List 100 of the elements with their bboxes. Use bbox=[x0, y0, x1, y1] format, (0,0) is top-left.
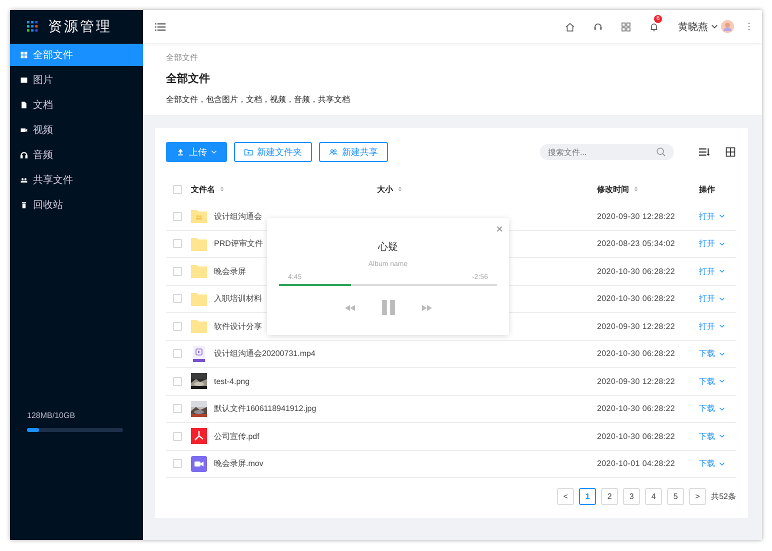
modified-time: 2020-10-30 06:28:22 bbox=[597, 432, 676, 441]
file-name[interactable]: 设计组沟通会 bbox=[214, 210, 262, 222]
page-title: 全部文件 bbox=[166, 72, 210, 86]
file-name[interactable]: test-4.png bbox=[214, 376, 250, 386]
video-icon bbox=[20, 126, 28, 134]
column-header: 操作 bbox=[699, 184, 715, 194]
document-icon bbox=[20, 101, 28, 109]
prev-page-button[interactable]: < bbox=[557, 488, 574, 505]
row-checkbox[interactable] bbox=[173, 212, 182, 221]
pause-icon[interactable] bbox=[382, 300, 394, 315]
folder-icon bbox=[191, 236, 207, 252]
modified-time: 2020-08-23 05:34:02 bbox=[597, 239, 676, 248]
caret-icon bbox=[719, 269, 725, 274]
page-button[interactable]: 4 bbox=[645, 488, 662, 505]
modified-time: 2020-09-30 12:28:22 bbox=[597, 212, 676, 221]
modified-time: 2020-10-01 04:28:22 bbox=[597, 459, 676, 468]
caret-icon bbox=[719, 242, 725, 246]
modified-time: 2020-10-30 06:28:22 bbox=[597, 349, 676, 358]
file-name[interactable]: 晚会录屏 bbox=[214, 266, 246, 277]
sort-icon[interactable] bbox=[634, 186, 638, 192]
caret-icon[interactable] bbox=[711, 24, 718, 29]
video-file-icon bbox=[191, 346, 207, 362]
sidebar-item[interactable]: 回收站 bbox=[10, 194, 143, 216]
caret-icon bbox=[211, 150, 217, 154]
sidebar-item[interactable]: 共享文件 bbox=[10, 169, 143, 191]
caret-icon bbox=[719, 379, 725, 384]
row-checkbox[interactable] bbox=[173, 266, 182, 276]
modified-time: 2020-10-30 06:28:22 bbox=[597, 294, 676, 304]
caret-icon bbox=[719, 296, 725, 301]
page-button[interactable]: 3 bbox=[623, 488, 640, 505]
search-icon[interactable] bbox=[656, 147, 666, 157]
file-name[interactable]: 软件设计分享 bbox=[214, 320, 262, 332]
movie-file-icon bbox=[191, 456, 207, 472]
file-name[interactable]: 公司宣传.pdf bbox=[214, 430, 260, 442]
apps-icon[interactable] bbox=[621, 22, 631, 32]
bell-icon[interactable] bbox=[649, 22, 659, 32]
people-icon bbox=[20, 176, 28, 184]
people-icon bbox=[329, 148, 338, 156]
search-field[interactable]: 搜索文件... bbox=[540, 144, 674, 160]
folder-plus-icon bbox=[244, 148, 253, 156]
column-header[interactable]: 文件名 bbox=[191, 184, 215, 194]
modified-time: 2020-09-30 12:28:22 bbox=[597, 376, 676, 386]
next-page-button[interactable]: > bbox=[689, 488, 706, 505]
total-count: 共52条 bbox=[711, 491, 736, 502]
page-description: 全部文件，包含图片，文档，视频，音频，共享文档 bbox=[166, 94, 350, 105]
modified-time: 2020-09-30 12:28:22 bbox=[597, 322, 676, 331]
user-name[interactable]: 黄晓燕 bbox=[678, 20, 708, 34]
folder-icon bbox=[191, 290, 207, 307]
headphones-icon bbox=[20, 151, 28, 159]
logo-icon bbox=[27, 21, 38, 32]
app-title: 资源管理 bbox=[48, 18, 112, 36]
page-button[interactable]: 2 bbox=[601, 488, 618, 505]
file-name[interactable]: 默认文件1606118941912.jpg bbox=[214, 403, 316, 414]
rewind-icon[interactable] bbox=[344, 304, 354, 310]
select-all-checkbox[interactable] bbox=[173, 184, 182, 194]
menu-icon[interactable] bbox=[155, 22, 166, 32]
row-checkbox[interactable] bbox=[173, 459, 182, 468]
sidebar-item[interactable]: 音频 bbox=[10, 144, 143, 166]
row-checkbox[interactable] bbox=[173, 376, 182, 386]
file-name[interactable]: 晚会录屏.mov bbox=[214, 458, 264, 470]
headset-icon[interactable] bbox=[593, 22, 603, 32]
row-checkbox[interactable] bbox=[173, 294, 182, 304]
page-button[interactable]: 5 bbox=[667, 488, 684, 505]
row-checkbox[interactable] bbox=[173, 239, 182, 248]
modified-time: 2020-10-30 06:28:22 bbox=[597, 404, 676, 414]
fast-forward-icon[interactable] bbox=[422, 304, 432, 310]
file-name[interactable]: 设计组沟通会20200731.mp4 bbox=[214, 348, 316, 360]
file-name[interactable]: PRD评审文件 bbox=[214, 238, 263, 250]
folder-icon bbox=[191, 263, 207, 280]
caret-icon bbox=[719, 214, 725, 218]
caret-icon bbox=[719, 406, 725, 411]
sidebar-item[interactable]: 文档 bbox=[10, 94, 143, 116]
file-name[interactable]: 入职培训材料 bbox=[214, 293, 262, 304]
storage-text: 128MB/10GB bbox=[27, 411, 76, 420]
upload-icon bbox=[176, 148, 185, 156]
sort-icon[interactable] bbox=[398, 186, 402, 192]
grid-icon bbox=[20, 51, 28, 59]
column-header[interactable]: 大小 bbox=[377, 184, 393, 194]
breadcrumb[interactable]: 全部文件 bbox=[166, 52, 198, 63]
sort-icon[interactable] bbox=[220, 186, 224, 192]
track-title: 心疑 bbox=[378, 240, 398, 254]
image-icon bbox=[20, 76, 28, 84]
folder-icon bbox=[191, 318, 207, 334]
caret-icon bbox=[719, 324, 725, 328]
trash-icon bbox=[20, 201, 28, 209]
shared-folder-icon bbox=[191, 208, 207, 224]
row-checkbox[interactable] bbox=[173, 432, 182, 441]
sidebar-item[interactable]: 视频 bbox=[10, 119, 143, 141]
row-checkbox[interactable] bbox=[173, 349, 182, 358]
close-button[interactable]: × bbox=[496, 224, 503, 234]
caret-icon bbox=[719, 434, 725, 438]
grid-view-icon[interactable] bbox=[725, 147, 736, 157]
caret-icon bbox=[719, 462, 725, 466]
sidebar-item[interactable]: 图片 bbox=[10, 69, 143, 91]
home-icon[interactable] bbox=[565, 22, 575, 32]
row-checkbox[interactable] bbox=[173, 404, 182, 414]
column-header[interactable]: 修改时间 bbox=[597, 184, 629, 194]
row-checkbox[interactable] bbox=[173, 322, 182, 331]
list-view-icon[interactable] bbox=[699, 147, 710, 157]
caret-icon bbox=[719, 352, 725, 356]
